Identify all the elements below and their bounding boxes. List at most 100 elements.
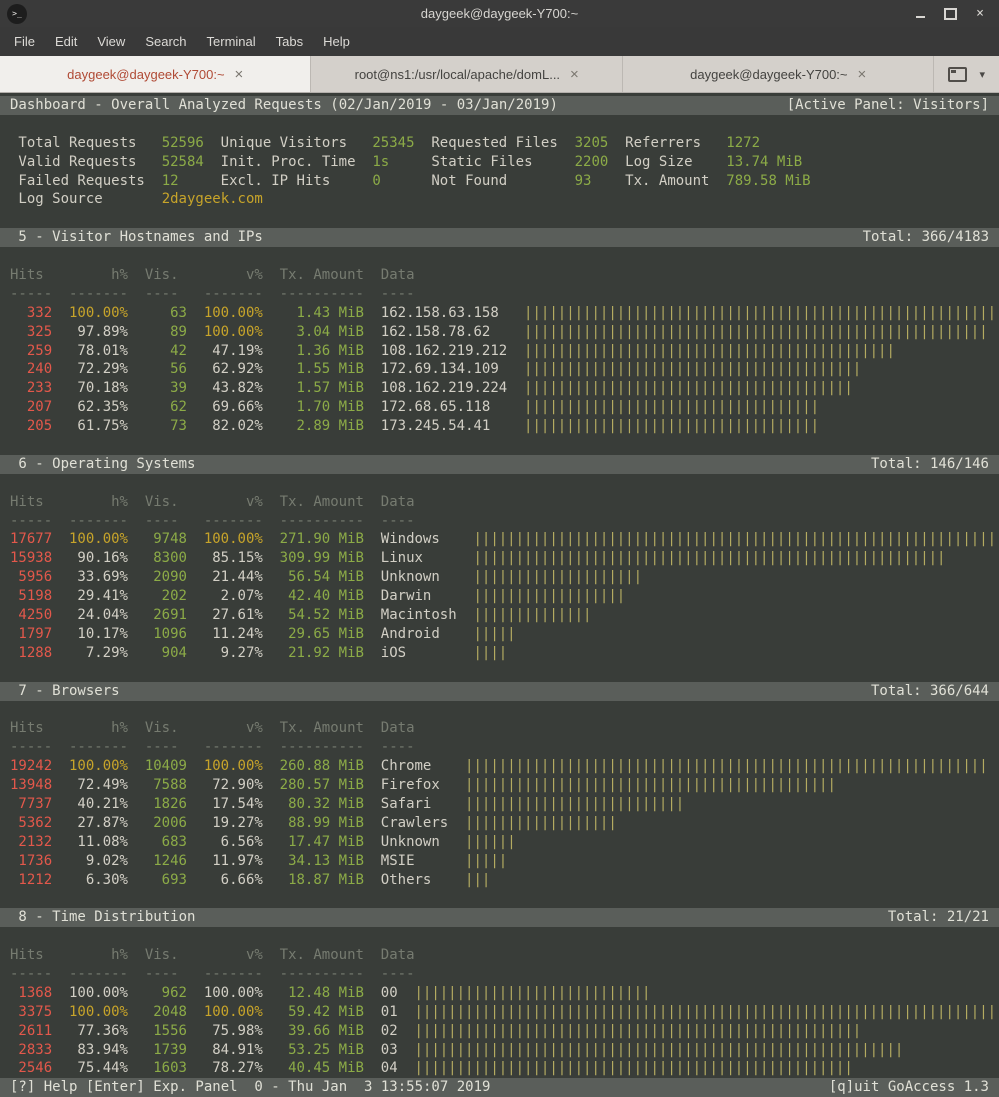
tx-amount: 1.43 MiB bbox=[280, 304, 364, 323]
column-header: Tx. Amount bbox=[280, 493, 364, 512]
hits-value: 207 bbox=[10, 398, 52, 417]
hits-percent: 78.01% bbox=[69, 342, 128, 361]
bar-chart: |||| bbox=[473, 644, 989, 663]
column-header: h% bbox=[69, 266, 128, 285]
column-header: h% bbox=[69, 719, 128, 738]
summary-label: Referrers bbox=[625, 134, 709, 153]
detach-tab-icon[interactable] bbox=[948, 67, 967, 82]
column-dashes: ------- bbox=[204, 965, 263, 984]
visitors-value: 1603 bbox=[145, 1059, 187, 1078]
column-dashes: ----- bbox=[10, 738, 52, 757]
menu-item-terminal[interactable]: Terminal bbox=[197, 29, 266, 54]
column-header: Hits bbox=[10, 719, 52, 738]
blank-line bbox=[0, 927, 999, 946]
hits-percent: 72.49% bbox=[69, 776, 128, 795]
column-header: v% bbox=[204, 266, 263, 285]
visitors-value: 2090 bbox=[145, 568, 187, 587]
summary-value: 52596 bbox=[162, 134, 204, 153]
terminal-tab-3[interactable]: daygeek@daygeek-Y700:~× bbox=[623, 56, 934, 92]
column-dashes: ---- bbox=[145, 965, 187, 984]
panel-title: 6 - Operating Systems bbox=[10, 455, 195, 474]
panel-title: 5 - Visitor Hostnames and IPs bbox=[10, 228, 263, 247]
panel-total: Total: 21/21 bbox=[888, 908, 989, 927]
hits-percent: 9.02% bbox=[69, 852, 128, 871]
summary-value: 93 bbox=[575, 172, 609, 191]
blank-line bbox=[0, 663, 999, 682]
menu-item-search[interactable]: Search bbox=[135, 29, 196, 54]
terminal-app-icon: >_ bbox=[7, 4, 27, 24]
terminal-tab-1[interactable]: daygeek@daygeek-Y700:~× bbox=[0, 56, 311, 92]
column-dashes: ----- bbox=[10, 965, 52, 984]
data-value: 108.162.219.224 bbox=[381, 379, 507, 398]
tx-amount: 271.90 MiB bbox=[280, 530, 364, 549]
bar-chart: ||||| bbox=[465, 852, 989, 871]
tab-close-icon[interactable]: × bbox=[858, 67, 867, 82]
visitors-percent: 6.66% bbox=[204, 871, 263, 890]
hits-percent: 75.44% bbox=[69, 1059, 128, 1078]
hits-value: 2833 bbox=[10, 1041, 52, 1060]
hits-percent: 100.00% bbox=[69, 530, 128, 549]
hits-value: 17677 bbox=[10, 530, 52, 549]
panel-data-row: 595633.69%209021.44%56.54 MiBUnknown||||… bbox=[0, 568, 999, 587]
menu-item-file[interactable]: File bbox=[4, 29, 45, 54]
hits-value: 205 bbox=[10, 417, 52, 436]
tab-close-icon[interactable]: × bbox=[235, 67, 244, 82]
panel-total: Total: 366/4183 bbox=[863, 228, 989, 247]
panel-data-row: 24072.29%5662.92%1.55 MiB172.69.134.109|… bbox=[0, 360, 999, 379]
column-header-row: Hitsh%Vis.v%Tx. AmountData bbox=[0, 266, 999, 285]
panel-data-row: 20762.35%6269.66%1.70 MiB172.68.65.118||… bbox=[0, 398, 999, 417]
bar-chart: ||||||||||||||||||||||||||||||||||||||||… bbox=[465, 757, 989, 776]
visitors-percent: 100.00% bbox=[204, 530, 263, 549]
tab-list-chevron-icon[interactable]: ▾ bbox=[979, 68, 985, 81]
data-value: 172.69.134.109 bbox=[381, 360, 507, 379]
hits-value: 2546 bbox=[10, 1059, 52, 1078]
summary-value: 12 bbox=[162, 172, 204, 191]
summary-label: Total Requests bbox=[18, 134, 144, 153]
column-dashes: ---------- bbox=[280, 738, 364, 757]
visitors-value: 56 bbox=[145, 360, 187, 379]
panel-data-row: 25978.01%4247.19%1.36 MiB108.162.219.212… bbox=[0, 342, 999, 361]
close-button[interactable]: × bbox=[973, 7, 987, 21]
panel-title: 8 - Time Distribution bbox=[10, 908, 195, 927]
column-header: Tx. Amount bbox=[280, 719, 364, 738]
column-dashes: ---------- bbox=[280, 285, 364, 304]
visitors-percent: 19.27% bbox=[204, 814, 263, 833]
tab-close-icon[interactable]: × bbox=[570, 67, 579, 82]
menu-item-tabs[interactable]: Tabs bbox=[266, 29, 313, 54]
hits-value: 332 bbox=[10, 304, 52, 323]
visitors-value: 1826 bbox=[145, 795, 187, 814]
hits-percent: 77.36% bbox=[69, 1022, 128, 1041]
maximize-button[interactable] bbox=[943, 7, 957, 21]
panel-total: Total: 366/644 bbox=[871, 682, 989, 701]
menu-item-view[interactable]: View bbox=[87, 29, 135, 54]
data-value: 173.245.54.41 bbox=[381, 417, 507, 436]
data-value: Safari bbox=[381, 795, 448, 814]
terminal-tab-2[interactable]: root@ns1:/usr/local/apache/domL...× bbox=[311, 56, 622, 92]
menu-item-help[interactable]: Help bbox=[313, 29, 360, 54]
summary-row: Total Requests52596Unique Visitors25345R… bbox=[0, 134, 999, 153]
data-value: 162.158.78.62 bbox=[381, 323, 507, 342]
column-dashes: ------- bbox=[69, 512, 128, 531]
bar-chart: ||||||||||||||||||||||||||||||||||| bbox=[524, 398, 989, 417]
visitors-percent: 78.27% bbox=[204, 1059, 263, 1078]
terminal-screen[interactable]: Dashboard - Overall Analyzed Requests (0… bbox=[0, 93, 999, 1097]
menu-item-edit[interactable]: Edit bbox=[45, 29, 87, 54]
summary-row: Failed Requests12Excl. IP Hits0Not Found… bbox=[0, 172, 999, 191]
hits-value: 2132 bbox=[10, 833, 52, 852]
title-bar[interactable]: >_ daygeek@daygeek-Y700:~ × bbox=[0, 0, 999, 27]
minimize-button[interactable] bbox=[913, 7, 927, 21]
visitors-percent: 100.00% bbox=[204, 757, 263, 776]
tx-amount: 53.25 MiB bbox=[280, 1041, 364, 1060]
data-value: iOS bbox=[381, 644, 457, 663]
data-value: Others bbox=[381, 871, 448, 890]
data-value: Macintosh bbox=[381, 606, 457, 625]
visitors-percent: 11.97% bbox=[204, 852, 263, 871]
visitors-value: 2006 bbox=[145, 814, 187, 833]
summary-value: 789.58 MiB bbox=[726, 172, 989, 191]
panel-data-row: 261177.36%155675.98%39.66 MiB02|||||||||… bbox=[0, 1022, 999, 1041]
panel-data-row: 1368100.00%962100.00%12.48 MiB00||||||||… bbox=[0, 984, 999, 1003]
column-dashes: ---------- bbox=[280, 965, 364, 984]
data-value: 162.158.63.158 bbox=[381, 304, 507, 323]
column-dashes: ----- bbox=[10, 512, 52, 531]
tx-amount: 17.47 MiB bbox=[280, 833, 364, 852]
